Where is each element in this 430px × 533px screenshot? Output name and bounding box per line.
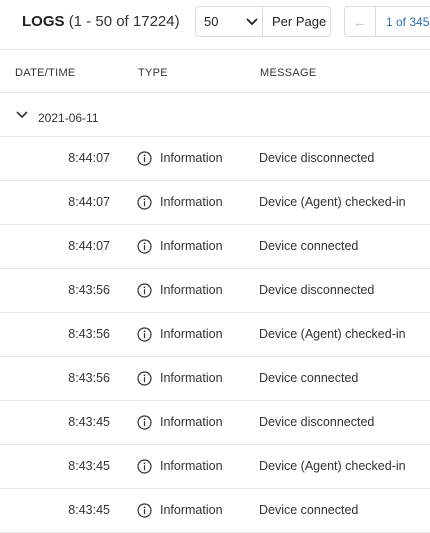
info-icon (137, 459, 152, 474)
table-row[interactable]: 8:43:56 Information Device (Agent) checked… (0, 313, 430, 357)
group-date: 2021-06-11 (38, 111, 99, 125)
chevron-down-icon (242, 17, 262, 26)
log-time: 8:43:56 (68, 283, 110, 297)
log-type: Information (160, 503, 223, 517)
previous-page-button[interactable]: ← (345, 14, 375, 30)
table-header: DATE/TIME TYPE MESSAGE (0, 50, 430, 93)
table-row[interactable]: 8:43:56 Information Device connected (0, 357, 430, 401)
info-icon (137, 151, 152, 166)
log-message: Device connected (259, 371, 359, 385)
table-row[interactable]: 8:44:07 Information Device disconnected (0, 137, 430, 181)
log-message: Device (Agent) checked-in (259, 459, 406, 473)
log-time: 8:44:07 (68, 195, 110, 209)
per-page-value: 50 (204, 14, 219, 29)
log-time: 8:44:07 (68, 151, 110, 165)
page-title: LOGS (1 - 50 of 17224) (22, 13, 180, 30)
per-page-select[interactable]: 50 Per Page (195, 6, 331, 37)
info-icon (137, 371, 152, 386)
per-page-label: Per Page (272, 14, 327, 29)
info-icon (137, 327, 152, 342)
log-time: 8:43:45 (68, 503, 110, 517)
log-message: Device connected (259, 503, 359, 517)
table-row[interactable]: 8:43:45 Information Device (Agent) checked… (0, 445, 430, 489)
log-message: Device (Agent) checked-in (259, 327, 406, 341)
log-type: Information (160, 151, 223, 165)
column-datetime[interactable]: DATE/TIME (15, 67, 76, 79)
info-icon (137, 503, 152, 518)
column-type[interactable]: TYPE (138, 67, 168, 79)
page-indicator: 1 of 345 (386, 14, 430, 29)
log-type: Information (160, 371, 223, 385)
table-row[interactable]: 8:44:07 Information Device (Agent) checked… (0, 181, 430, 225)
log-time: 8:43:45 (68, 415, 110, 429)
info-icon (137, 283, 152, 298)
log-time: 8:43:45 (68, 459, 110, 473)
pagination: ← 1 of 345 (344, 6, 430, 37)
logs-header: LOGS (1 - 50 of 17224) 50 Per Page ← 1 o… (0, 0, 430, 50)
log-type: Information (160, 195, 223, 209)
log-type: Information (160, 239, 223, 253)
log-time: 8:44:07 (68, 239, 110, 253)
logs-title: LOGS (22, 13, 65, 30)
log-type: Information (160, 327, 223, 341)
table-row[interactable]: 8:44:07 Information Device connected (0, 225, 430, 269)
logs-range: (1 - 50 of 17224) (68, 13, 180, 30)
column-message[interactable]: MESSAGE (260, 67, 317, 79)
table-row[interactable]: 8:43:45 Information Device disconnected (0, 401, 430, 445)
info-icon (137, 415, 152, 430)
log-message: Device disconnected (259, 415, 375, 429)
log-type: Information (160, 415, 223, 429)
log-message: Device disconnected (259, 283, 375, 297)
chevron-down-icon[interactable] (16, 108, 28, 122)
log-time: 8:43:56 (68, 371, 110, 385)
table-row[interactable]: 8:43:56 Information Device disconnected (0, 269, 430, 313)
table-row[interactable]: 8:43:45 Information Device connected (0, 489, 430, 533)
info-icon (137, 195, 152, 210)
log-message: Device disconnected (259, 151, 375, 165)
log-message: Device (Agent) checked-in (259, 195, 406, 209)
log-type: Information (160, 283, 223, 297)
log-type: Information (160, 459, 223, 473)
date-group-row[interactable]: 2021-06-11 (0, 93, 430, 137)
info-icon (137, 239, 152, 254)
log-message: Device connected (259, 239, 359, 253)
log-time: 8:43:56 (68, 327, 110, 341)
